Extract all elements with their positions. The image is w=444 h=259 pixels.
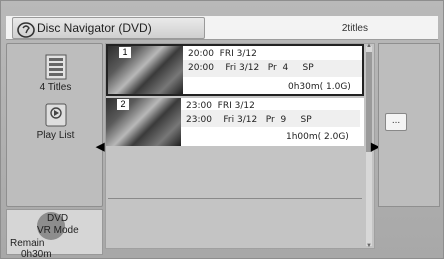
title-row[interactable]: 1 20:00 FRI 3/12 20:00 Fri 3/12 Pr 4 SP …	[106, 44, 364, 96]
title-duration: 1h00m( 2.0G)	[286, 132, 349, 142]
disc-mode: VR Mode	[37, 225, 79, 236]
title-details: 23:00 Fri 3/12 Pr 9 SP	[186, 115, 312, 125]
title-count: 2titles	[341, 23, 368, 34]
title-tab: Disc Navigator (DVD)	[12, 17, 205, 39]
scrollbar-thumb[interactable]	[366, 52, 372, 152]
disc-mode-info: DVD VR Mode Remain 0h30m	[6, 209, 103, 259]
title-number: 2	[117, 99, 129, 110]
remain-label: Remain	[10, 238, 45, 249]
title-recorded: 23:00 FRI 3/12	[186, 101, 255, 111]
left-panel: 4 Titles Play List	[6, 43, 103, 207]
title-list-icon	[45, 54, 66, 80]
title-recorded: 20:00 FRI 3/12	[188, 49, 257, 59]
list-divider	[108, 198, 362, 199]
scroll-down-icon[interactable]: ▼	[366, 243, 372, 249]
titles-label: 4 Titles	[39, 82, 72, 93]
page-title: Disc Navigator (DVD)	[37, 21, 152, 35]
remain-value: 0h30m	[21, 249, 52, 259]
disc-type: DVD	[47, 213, 69, 224]
title-row[interactable]: 2 23:00 FRI 3/12 23:00 Fri 3/12 Pr 9 SP …	[106, 98, 364, 146]
title-bar: Disc Navigator (DVD) 2titles	[6, 16, 438, 40]
title-duration: 0h30m( 1.0G)	[288, 82, 351, 92]
title-details: 20:00 Fri 3/12 Pr 4 SP	[188, 63, 314, 73]
more-options-button[interactable]: ...	[385, 113, 407, 131]
playlist-icon	[45, 103, 66, 127]
arrow-left-icon[interactable]: ◀	[96, 140, 104, 153]
title-number: 1	[119, 47, 131, 58]
scroll-up-icon[interactable]: ▲	[366, 43, 372, 49]
titles-button[interactable]: 4 Titles	[7, 54, 104, 93]
playlist-label: Play List	[36, 130, 75, 141]
disc-navigator-icon	[17, 22, 35, 38]
playlist-button[interactable]: Play List	[7, 102, 104, 141]
